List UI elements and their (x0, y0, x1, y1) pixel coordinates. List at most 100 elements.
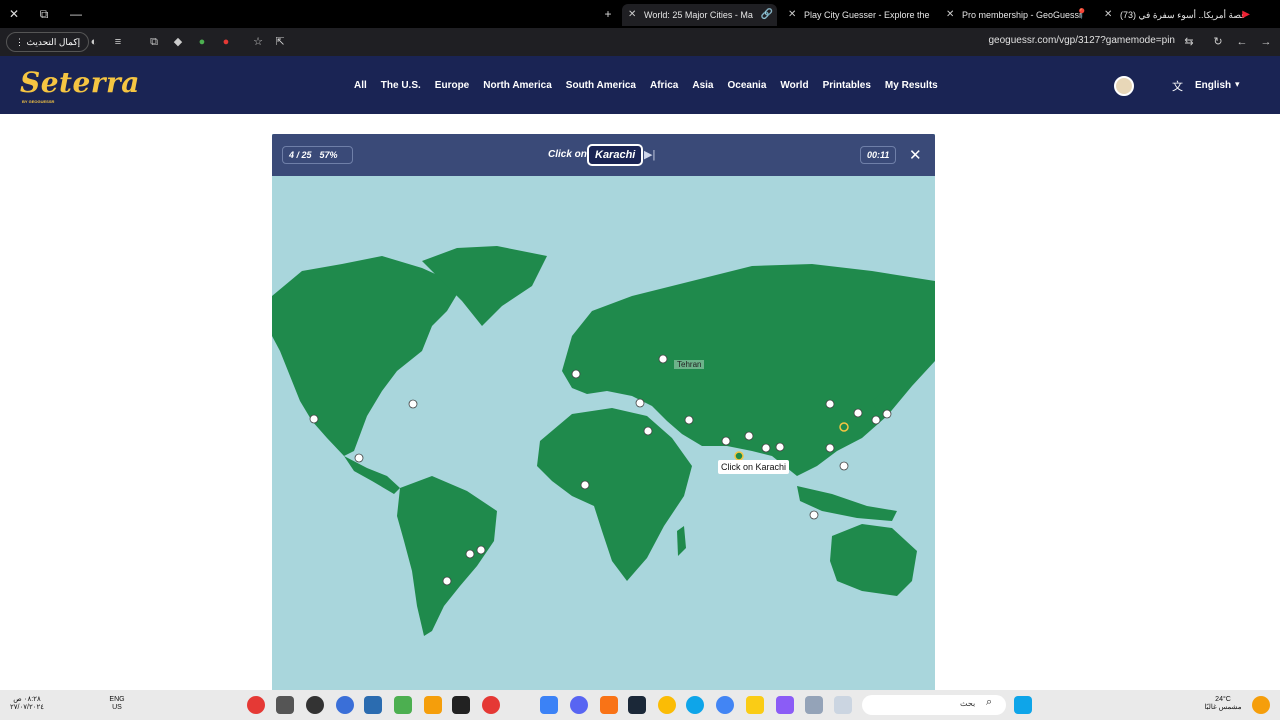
city-marker (825, 443, 835, 453)
steam-icon[interactable] (628, 696, 646, 714)
update-button[interactable]: ⋮ إكمال التحديث (6, 32, 90, 52)
city-marker (442, 576, 452, 586)
nav-south-america[interactable]: South America (566, 80, 636, 91)
language-selector[interactable]: English (1195, 80, 1231, 91)
city-marker (580, 480, 590, 490)
settings-icon[interactable] (306, 696, 324, 714)
reading-list-icon[interactable]: ≡ (110, 34, 126, 50)
minimize-icon[interactable]: — (68, 6, 84, 22)
app-icon[interactable] (776, 696, 794, 714)
tab-close-icon[interactable]: ✕ (788, 4, 796, 26)
back-icon[interactable]: ← (1234, 34, 1250, 50)
progress-pill: 4 / 25 57% (282, 146, 353, 164)
tab-title: Play City Guesser - Explore the (804, 10, 930, 20)
youtube-icon: ▶ (1242, 9, 1250, 20)
tab-seterra-world[interactable]: ✕ World: 25 Major Cities - Ma 🔗 (622, 4, 777, 26)
city-marker (658, 354, 668, 364)
nav-asia[interactable]: Asia (692, 80, 713, 91)
browser-toolbar: ⋮ إكمال التحديث ◐ ≡ ⧉ ◆ ● ● ☆ ⇱ geoguess… (0, 28, 1280, 56)
weather-temp: 24°C (1215, 696, 1231, 703)
close-icon[interactable]: ✕ (909, 146, 922, 164)
weather-sun-icon (1252, 696, 1270, 714)
start-icon[interactable] (1014, 696, 1032, 714)
city-marker (309, 414, 319, 424)
app-icon[interactable] (805, 696, 823, 714)
language-indicator[interactable]: ENG US (108, 696, 126, 712)
nav-oceania[interactable]: Oceania (727, 80, 766, 91)
city-marker (744, 431, 754, 441)
browser-tab-strip: ✕ ⧉ — + ✕ World: 25 Major Cities - Ma 🔗 … (0, 0, 1280, 28)
bookmark-star-icon[interactable]: ☆ (250, 34, 266, 50)
diamond-extension-icon[interactable]: ◆ (170, 34, 186, 50)
main-nav: All The U.S. Europe North America South … (354, 80, 938, 91)
nav-africa[interactable]: Africa (650, 80, 678, 91)
share-icon[interactable]: ⇱ (272, 34, 288, 50)
chevron-down-icon[interactable]: ▾ (1235, 79, 1240, 90)
world-map[interactable] (272, 176, 935, 690)
app-icon[interactable] (336, 696, 354, 714)
app-icon[interactable] (364, 696, 382, 714)
tab-close-icon[interactable]: ✕ (1104, 4, 1112, 26)
file-explorer-icon[interactable] (746, 696, 764, 714)
tab-youtube-video[interactable]: ✕ (73) قصة أمريكا.. أسوء سفرة في ▶ (1098, 4, 1254, 26)
extension-icon[interactable]: ◐ (86, 34, 102, 50)
nav-my-results[interactable]: My Results (885, 80, 938, 91)
app-icon[interactable] (452, 696, 470, 714)
nav-world[interactable]: World (780, 80, 808, 91)
tab-city-guesser[interactable]: ✕ Play City Guesser - Explore the (782, 4, 932, 26)
city-marker (476, 545, 486, 555)
taskbar-search[interactable] (862, 695, 1006, 715)
extensions-icon[interactable]: ⧉ (146, 34, 162, 50)
close-window-icon[interactable]: ✕ (6, 6, 22, 22)
record-extension-icon[interactable]: ● (218, 34, 234, 50)
translate-icon[interactable]: ⇆ (1181, 34, 1197, 50)
tab-close-icon[interactable]: ✕ (946, 4, 954, 26)
app-icon[interactable] (247, 696, 265, 714)
city-marker (465, 549, 475, 559)
city-marker (775, 442, 785, 452)
progress-count: 4 / 25 (289, 150, 312, 160)
tab-close-icon[interactable]: ✕ (628, 4, 636, 26)
address-bar[interactable]: geoguessr.com/vgp/3127?gamemode=pin (960, 35, 1175, 46)
shield-extension-icon[interactable]: ● (194, 34, 210, 50)
clock-time: ٠٨:٢٨ ص (13, 696, 41, 703)
discord-icon[interactable] (570, 696, 588, 714)
weather-widget[interactable]: 24°C مشمس غالبًا (1200, 696, 1246, 712)
reload-icon[interactable]: ↻ (1210, 34, 1226, 50)
app-icon[interactable] (600, 696, 618, 714)
mail-icon[interactable] (540, 696, 558, 714)
windows-taskbar: ٠٨:٢٨ ص ٢٧/٠٧/٢٠٢٤ ENG US بحث ⌕ 24°C مشم… (0, 690, 1280, 720)
search-placeholder: بحث (960, 699, 976, 708)
city-marker (635, 398, 645, 408)
task-view-icon[interactable] (834, 696, 852, 714)
edge-icon[interactable] (686, 696, 704, 714)
city-marker-correct (839, 422, 849, 432)
app-icon[interactable] (482, 696, 500, 714)
game-bar: 4 / 25 57% Click on Karachi ▶| 00:11 ✕ (272, 134, 935, 176)
forward-icon[interactable]: → (1258, 34, 1274, 50)
nav-europe[interactable]: Europe (435, 80, 469, 91)
nav-the-us[interactable]: The U.S. (381, 80, 421, 91)
city-marker (571, 369, 581, 379)
city-marker (809, 510, 819, 520)
store-icon[interactable] (394, 696, 412, 714)
app-icon[interactable] (276, 696, 294, 714)
nav-printables[interactable]: Printables (823, 80, 871, 91)
cursor-tooltip: Click on Karachi (718, 460, 790, 474)
new-tab-icon[interactable]: + (600, 6, 616, 22)
chrome-active-icon[interactable] (716, 696, 734, 714)
app-icon[interactable] (424, 696, 442, 714)
nav-all[interactable]: All (354, 80, 367, 91)
avatar[interactable] (1114, 76, 1134, 96)
target-city: Karachi (587, 144, 644, 166)
tab-title: Pro membership - GeoGuessr (962, 10, 1083, 20)
clock[interactable]: ٠٨:٢٨ ص ٢٧/٠٧/٢٠٢٤ (10, 696, 44, 712)
chrome-icon[interactable] (658, 696, 676, 714)
nav-north-america[interactable]: North America (483, 80, 552, 91)
city-marker (354, 453, 364, 463)
tab-pro-membership[interactable]: ✕ Pro membership - GeoGuessr 📍 (940, 4, 1092, 26)
seterra-logo[interactable]: Seterra (20, 66, 140, 99)
skip-icon[interactable]: ▶| (644, 148, 655, 161)
tab-search-icon[interactable]: ⧉ (36, 6, 52, 22)
tab-title: (73) قصة أمريكا.. أسوء سفرة في (1120, 10, 1246, 20)
